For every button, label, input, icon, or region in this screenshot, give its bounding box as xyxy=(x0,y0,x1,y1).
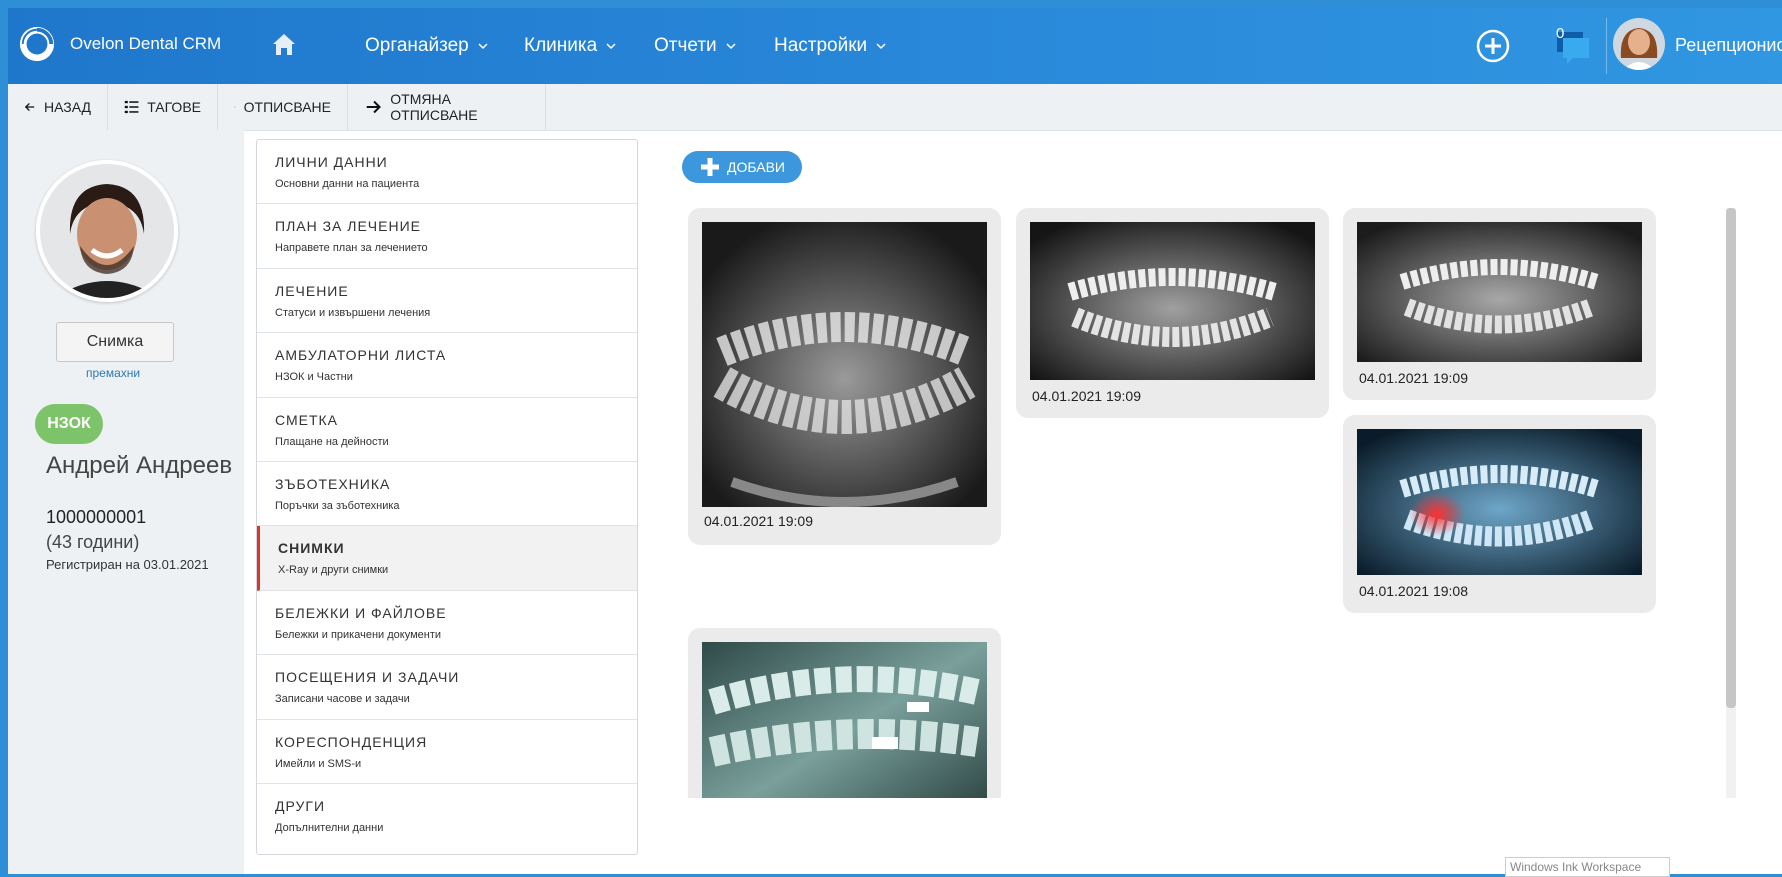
app-title[interactable]: Ovelon Dental CRM xyxy=(70,34,221,54)
image-gallery: 04.01.2021 19:09 04.01.2021 19:09 04.01.… xyxy=(688,208,1738,798)
menu-item-subtitle: Имейли и SMS-и xyxy=(275,757,362,770)
menu-item-title: Посещения и задачи xyxy=(275,669,460,686)
xray-card[interactable]: 04.01.2021 19:08 xyxy=(1343,415,1656,613)
top-navbar: Ovelon Dental CRM Органайзер Клиника Отч… xyxy=(8,8,1782,84)
menu-item-subtitle: Плащане на дейности xyxy=(275,435,389,448)
menu-item-title: Лечение xyxy=(275,282,349,299)
xray-image-icon xyxy=(702,642,987,798)
xray-card[interactable] xyxy=(688,628,1001,798)
windows-ink-hint: Windows Ink Workspace xyxy=(1505,857,1670,877)
xray-card[interactable]: 04.01.2021 19:09 xyxy=(1016,208,1329,418)
menu-item[interactable]: Сметка Плащане на дейности xyxy=(257,398,637,462)
menu-item-subtitle: НЗОК и Частни xyxy=(275,371,353,384)
menu-item-title: Снимки xyxy=(278,540,345,557)
patient-age: (43 години) xyxy=(46,532,140,552)
menu-item[interactable]: Снимки X-Ray и други снимки xyxy=(257,526,637,591)
menu-item[interactable]: Кореспонденция Имейли и SMS-и xyxy=(257,720,637,784)
patient-photo-icon xyxy=(40,164,174,298)
menu-item-title: Кореспонденция xyxy=(275,733,428,750)
nzok-badge: НЗОК xyxy=(35,404,103,444)
patient-section-menu: Лични данни Основни данни на пациента План… xyxy=(256,139,638,855)
menu-item-subtitle: X-Ray и други снимки xyxy=(278,564,389,577)
chevron-down-icon xyxy=(606,43,616,50)
menu-item-subtitle: Основни данни на пациента xyxy=(275,178,420,190)
menu-item-title: Лични данни xyxy=(275,154,388,170)
menu-item-title: Сметка xyxy=(275,411,338,428)
menu-item[interactable]: Амбулаторни листа НЗОК и Частни xyxy=(257,333,637,398)
xray-image[interactable] xyxy=(1030,222,1315,380)
list-icon xyxy=(124,100,139,114)
notification-count: 0 xyxy=(1556,25,1565,42)
menu-item-subtitle: Допълнителни данни xyxy=(275,821,384,834)
upload-photo-button[interactable]: Снимка xyxy=(56,322,174,362)
patient-id: 1000000001 xyxy=(46,507,147,527)
xray-image-icon xyxy=(702,222,987,507)
home-icon[interactable] xyxy=(270,30,298,58)
arrow-left-icon xyxy=(24,102,35,112)
back-button[interactable]: Назад xyxy=(8,84,108,130)
navbar-divider xyxy=(1606,18,1607,74)
add-circle-icon[interactable] xyxy=(1475,28,1511,64)
menu-item-title: План за лечение xyxy=(275,218,421,235)
chevron-down-icon xyxy=(478,43,488,50)
cancel-checkout-button[interactable]: Отмяна отписване xyxy=(348,84,546,130)
menu-item-subtitle: Поръчки за зъботехника xyxy=(275,499,400,512)
xray-image[interactable] xyxy=(702,222,987,507)
nav-reports[interactable]: Отчети xyxy=(654,35,737,57)
image-timestamp: 04.01.2021 19:08 xyxy=(1359,583,1468,599)
nav-settings[interactable]: Настройки xyxy=(774,35,887,57)
menu-item[interactable]: План за лечение Направете план за лечение… xyxy=(257,204,637,269)
menu-item-subtitle: Статуси и извършени лечения xyxy=(275,306,431,319)
patient-registered-date: Регистриран на 03.01.2021 xyxy=(46,557,209,572)
arrow-right-icon xyxy=(366,100,381,114)
user-avatar[interactable] xyxy=(1613,18,1665,70)
tags-button[interactable]: Тагове xyxy=(108,84,218,130)
arrow-right-icon xyxy=(234,106,236,108)
menu-item[interactable]: Зъботехника Поръчки за зъботехника xyxy=(257,462,637,527)
xray-image[interactable] xyxy=(1357,222,1642,362)
xray-image[interactable] xyxy=(702,642,987,798)
plus-icon xyxy=(701,158,719,176)
user-role[interactable]: Рецепционист xyxy=(1675,35,1782,56)
image-timestamp: 04.01.2021 19:09 xyxy=(704,513,813,529)
image-timestamp: 04.01.2021 19:09 xyxy=(1359,370,1468,386)
menu-item-title: Други xyxy=(275,797,326,814)
xray-card[interactable]: 04.01.2021 19:09 xyxy=(1343,208,1656,400)
ovelon-logo-icon[interactable] xyxy=(18,25,56,63)
chevron-down-icon xyxy=(876,43,886,50)
action-toolbar: Назад Тагове Отписване Отмяна отписване xyxy=(8,84,1782,131)
xray-card[interactable]: 04.01.2021 19:09 xyxy=(688,208,1001,545)
menu-item-title: Бележки и файлове xyxy=(275,604,447,621)
add-image-button[interactable]: Добави xyxy=(682,151,802,183)
menu-item-title: Амбулаторни листа xyxy=(275,347,447,364)
image-timestamp: 04.01.2021 19:09 xyxy=(1032,388,1141,404)
menu-item[interactable]: Посещения и задачи Записани часове и зада… xyxy=(257,655,637,720)
xray-image-icon xyxy=(1357,222,1642,362)
menu-item-subtitle: Направете план за лечението xyxy=(275,242,428,255)
patient-name: Андрей Андреев xyxy=(46,452,233,479)
menu-item-subtitle: Записани часове и задачи xyxy=(275,693,410,706)
nav-clinic[interactable]: Клиника xyxy=(524,35,617,57)
xray-image[interactable] xyxy=(1357,429,1642,575)
checkout-button[interactable]: Отписване xyxy=(218,84,348,130)
app-window: Ovelon Dental CRM Органайзер Клиника Отч… xyxy=(8,8,1782,874)
menu-item[interactable]: Други Допълнителни данни xyxy=(257,784,637,848)
xray-image-icon xyxy=(1030,222,1315,380)
user-avatar-icon xyxy=(1613,18,1665,70)
patient-photo xyxy=(36,160,178,302)
chevron-down-icon xyxy=(726,43,736,50)
menu-item-title: Зъботехника xyxy=(275,475,391,492)
gallery-scrollbar-thumb[interactable] xyxy=(1726,208,1736,708)
menu-item[interactable]: Лични данни Основни данни на пациента xyxy=(257,140,637,205)
xray-image-icon xyxy=(1357,429,1642,575)
nav-organizer[interactable]: Органайзер xyxy=(365,35,489,57)
patient-panel: Снимка премахни НЗОК Андрей Андреев 1000… xyxy=(8,130,244,874)
menu-item-subtitle: Бележки и прикачени документи xyxy=(275,628,442,641)
menu-item[interactable]: Бележки и файлове Бележки и прикачени док… xyxy=(257,591,637,656)
remove-photo-link[interactable]: премахни xyxy=(86,366,140,380)
menu-item[interactable]: Лечение Статуси и извършени лечения xyxy=(257,269,637,334)
